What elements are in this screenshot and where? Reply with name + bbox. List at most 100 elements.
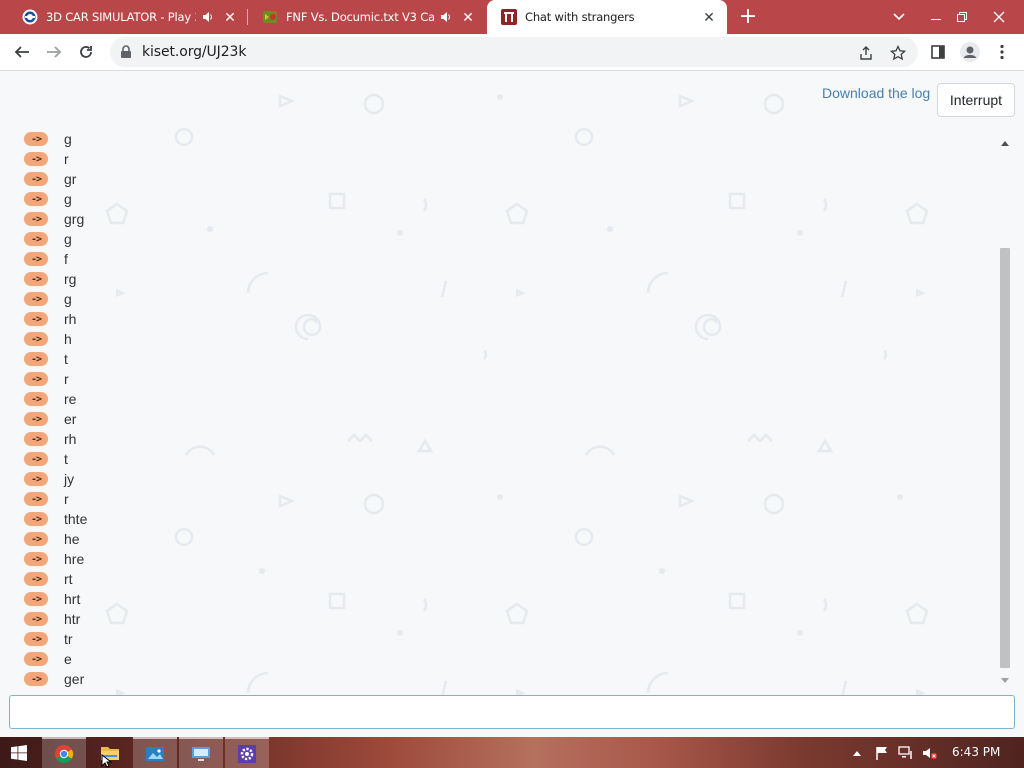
chat-message: -> rg [24,269,76,289]
volume-muted-icon[interactable] [920,737,940,768]
message-text: g [64,231,72,247]
windows-start-icon[interactable] [0,737,38,768]
side-panel-icon[interactable] [924,38,952,66]
chat-message: -> g [24,289,72,309]
restore-icon[interactable] [947,0,977,34]
chat-message: -> rh [24,429,76,449]
profile-avatar-icon[interactable] [956,38,984,66]
message-arrow-badge: -> [24,652,48,666]
back-arrow-icon[interactable] [8,38,36,66]
scroll-up-arrow-icon[interactable] [1000,138,1010,148]
steering-wheel-icon [22,9,38,25]
message-text: gr [64,171,77,187]
chat-message: -> t [24,449,68,469]
mouse-cursor-icon [101,754,113,768]
remote-desktop-icon[interactable] [179,737,223,768]
settings-gear-icon[interactable] [225,737,269,768]
chat-message: -> e [24,649,72,669]
close-tab-icon[interactable]: ✕ [458,7,478,27]
message-arrow-badge: -> [24,572,48,586]
message-text: rg [64,271,77,287]
fnf-game-icon [263,11,277,23]
chat-page: Download the log Interrupt -> g -> r -> gr -> g… [0,71,1024,737]
chat-message: -> er [24,409,76,429]
message-arrow-badge: -> [24,192,48,206]
address-bar[interactable]: kiset.org/UJ23k [110,37,918,67]
reload-icon[interactable] [72,38,100,66]
speaker-icon[interactable] [440,11,452,23]
chat-message: -> re [24,389,76,409]
tab-chat-with-strangers[interactable]: Chat with strangers ✕ [487,0,727,34]
chat-message: -> hre [24,549,84,569]
message-text: grg [64,211,85,227]
chat-message: -> f [24,249,68,269]
message-text: re [64,391,77,407]
chat-message: -> r [24,489,69,509]
chat-message: -> jy [24,469,74,489]
chat-message: -> g [24,129,72,149]
close-tab-icon[interactable]: ✕ [699,7,719,27]
chat-message: -> g [24,189,72,209]
tab-fnf-documic[interactable]: FNF Vs. Documic.txt V3 Canon ✕ [248,0,486,34]
tab-search-chevron-icon[interactable] [884,0,914,34]
close-window-icon[interactable] [984,0,1014,34]
chat-message: -> grg [24,209,84,229]
chat-message: -> t [24,349,68,369]
message-arrow-badge: -> [24,252,48,266]
message-text: rt [64,571,73,587]
tab-title: Chat with strangers [525,10,635,24]
scroll-down-arrow-icon[interactable] [1000,676,1010,686]
scrollbar-thumb[interactable] [1000,248,1010,668]
message-arrow-badge: -> [24,552,48,566]
chat-message: -> rt [24,569,73,589]
message-arrow-badge: -> [24,452,48,466]
share-icon[interactable] [856,43,876,63]
message-text: thte [64,511,88,527]
message-arrow-badge: -> [24,432,48,446]
message-text: h [64,331,72,347]
forward-arrow-icon[interactable] [40,38,68,66]
taskbar-clock[interactable]: 6:43 PM [952,745,1000,759]
chat-scrollbar[interactable] [998,136,1012,688]
lock-icon[interactable] [120,45,132,59]
message-text: r [64,491,69,507]
message-arrow-badge: -> [24,212,48,226]
message-text: g [64,291,72,307]
interrupt-button[interactable]: Interrupt [937,83,1015,117]
speaker-icon[interactable] [202,11,214,23]
action-center-flag-icon[interactable] [872,737,892,768]
download-log-link[interactable]: Download the log [822,85,930,101]
chrome-icon[interactable] [42,737,86,768]
url-text[interactable]: kiset.org/UJ23k [142,44,246,60]
message-text: jy [64,471,75,487]
tab-3d-car-simulator[interactable]: 3D CAR SIMULATOR - Play 3D Car Simulator… [8,0,248,34]
message-arrow-badge: -> [24,512,48,526]
message-text: tr [64,631,73,647]
message-arrow-badge: -> [24,412,48,426]
chat-log[interactable]: -> g -> r -> gr -> g -> grg -> g -> f -> rg -> g -> rh -> h ->… [0,129,998,691]
message-arrow-badge: -> [24,472,48,486]
message-text: er [64,411,77,427]
message-text: rh [64,431,77,447]
network-icon[interactable] [896,737,916,768]
chat-message: -> he [24,529,80,549]
message-arrow-badge: -> [24,332,48,346]
photos-icon[interactable] [133,737,177,768]
chat-message: -> g [24,229,72,249]
message-input[interactable] [9,695,1015,729]
menu-kebab-icon[interactable] [988,38,1016,66]
chat-message: -> rh [24,309,76,329]
message-arrow-badge: -> [24,592,48,606]
message-text: rh [64,311,77,327]
new-tab-button[interactable]: + [736,5,760,29]
message-text: g [64,191,72,207]
bookmark-star-icon[interactable] [888,43,908,63]
message-arrow-badge: -> [24,352,48,366]
tab-title: 3D CAR SIMULATOR - Play 3D Car Simulator [46,10,196,24]
message-arrow-badge: -> [24,172,48,186]
windows-taskbar: 6:43 PM [0,737,1024,768]
close-tab-icon[interactable]: ✕ [220,7,240,27]
show-hidden-icons-chevron-icon[interactable] [850,737,864,768]
kiset-logo-icon [501,9,517,25]
message-arrow-badge: -> [24,312,48,326]
